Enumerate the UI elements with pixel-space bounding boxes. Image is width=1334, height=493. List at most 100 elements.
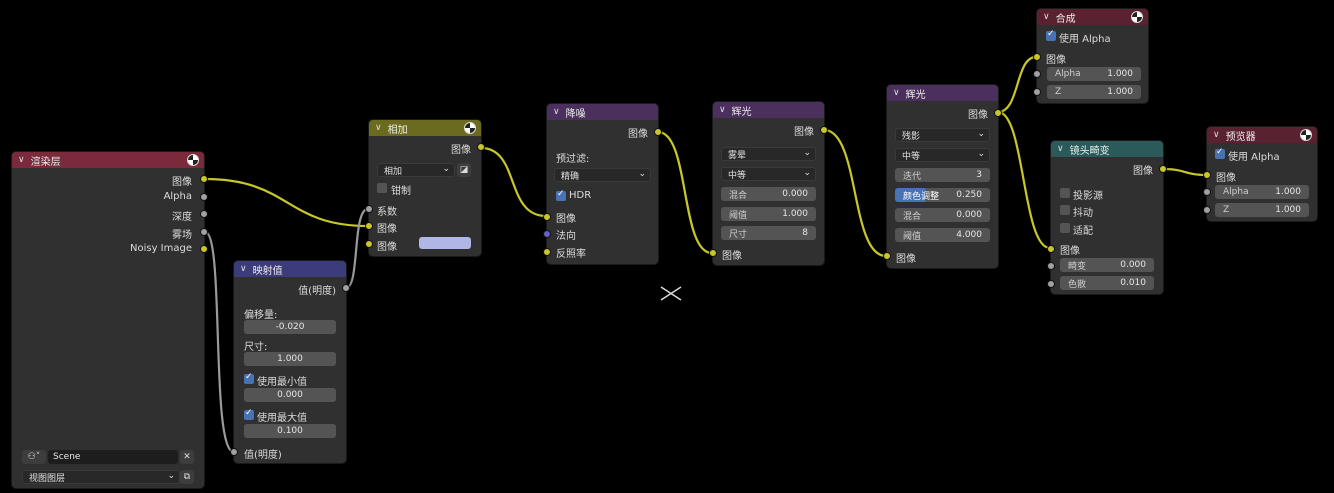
alpha-field[interactable]: Alpha 1.000 [1047, 67, 1141, 81]
collapse-chevron-icon[interactable]: ∨ [553, 107, 560, 117]
min-field[interactable]: 0.000 [244, 388, 336, 402]
input-socket[interactable] [365, 222, 373, 230]
offset-field[interactable]: -0.020 [244, 320, 336, 334]
preview-toggle-icon[interactable] [187, 154, 199, 166]
input-socket[interactable] [1203, 188, 1211, 196]
mix-field[interactable]: 混合 0.000 [895, 208, 990, 222]
output-socket[interactable] [820, 126, 828, 134]
collapse-chevron-icon[interactable]: ∨ [18, 155, 25, 165]
node-header[interactable]: ∨ 合成 [1037, 9, 1148, 25]
node-header[interactable]: ∨ 映射值 [234, 261, 346, 277]
output-label: Noisy Image [129, 243, 192, 254]
iterations-field[interactable]: 迭代 3 [895, 168, 990, 182]
prefilter-dropdown[interactable]: 精确 ⌄ [554, 168, 651, 182]
input-socket[interactable] [1203, 206, 1211, 214]
preview-toggle-icon[interactable] [1131, 11, 1143, 23]
max-field[interactable]: 0.100 [244, 424, 336, 438]
input-socket[interactable] [1203, 171, 1211, 179]
render-layer-icon[interactable]: ⧉ [180, 470, 194, 484]
output-socket[interactable] [654, 128, 662, 136]
input-socket[interactable] [365, 240, 373, 248]
alpha-field[interactable]: Alpha 1.000 [1215, 185, 1309, 199]
input-socket[interactable] [1047, 245, 1055, 253]
use-max-checkbox[interactable] [244, 408, 254, 420]
quality-dropdown[interactable]: 中等 ⌄ [895, 148, 990, 162]
output-socket[interactable] [200, 193, 208, 201]
input-socket[interactable] [230, 448, 238, 456]
color-modulation-field[interactable]: 颜色调整 0.250 [895, 188, 990, 202]
scene-field[interactable]: Scene [48, 450, 178, 464]
use-alpha-icon[interactable]: ◪ [457, 163, 471, 177]
input-socket[interactable] [1033, 70, 1041, 78]
close-icon[interactable]: ✕ [180, 450, 194, 464]
collapse-chevron-icon[interactable]: ∨ [1043, 12, 1050, 22]
threshold-field[interactable]: 阈值 4.000 [895, 228, 990, 242]
preview-toggle-icon[interactable] [1300, 129, 1312, 141]
output-socket[interactable] [994, 109, 1002, 117]
output-socket[interactable] [200, 175, 208, 183]
collapse-chevron-icon[interactable]: ∨ [893, 88, 900, 98]
denoise-node[interactable]: ∨ 降噪 图像 预过滤: 精确 ⌄ HDR 图像 法向 反照率 [543, 104, 662, 264]
node-header[interactable]: ∨ 辉光 [887, 85, 998, 101]
quality-dropdown[interactable]: 中等 ⌄ [721, 167, 816, 181]
preview-toggle-icon[interactable] [464, 122, 476, 134]
z-field[interactable]: Z 1.000 [1215, 203, 1309, 217]
input-socket[interactable] [883, 252, 891, 260]
glare-type-dropdown[interactable]: 残影 ⌄ [895, 128, 990, 142]
input-socket[interactable] [1033, 53, 1041, 61]
node-header[interactable]: ∨ 辉光 [713, 102, 824, 118]
glare-type-dropdown[interactable]: 雾晕 ⌄ [721, 147, 816, 161]
color-swatch[interactable] [419, 237, 471, 249]
input-socket[interactable] [1033, 88, 1041, 96]
collapse-chevron-icon[interactable]: ∨ [240, 264, 247, 274]
output-socket[interactable] [200, 228, 208, 236]
z-field[interactable]: Z 1.000 [1047, 85, 1141, 99]
input-socket[interactable] [1047, 262, 1055, 270]
output-socket[interactable] [200, 210, 208, 218]
view-layer-dropdown[interactable]: 视图图层 ⌄ [22, 470, 180, 484]
size-field[interactable]: 1.000 [244, 352, 336, 366]
use-alpha-checkbox[interactable] [1215, 147, 1225, 159]
output-socket[interactable] [342, 284, 350, 292]
node-header[interactable]: ∨ 相加 [369, 120, 481, 136]
distortion-field[interactable]: 畸变 0.000 [1060, 258, 1154, 272]
blend-mode-dropdown[interactable]: 相加 ⌄ [377, 163, 455, 177]
dispersion-field[interactable]: 色散 0.010 [1060, 276, 1154, 290]
composite-node[interactable]: ∨ 合成 使用 Alpha 图像 Alpha 1.000 Z 1.000 [1033, 9, 1148, 103]
mix-field[interactable]: 混合 0.000 [721, 187, 816, 201]
hdr-checkbox[interactable] [556, 189, 566, 201]
use-min-checkbox[interactable] [244, 372, 254, 384]
glare-node-2[interactable]: ∨ 辉光 图像 残影 ⌄ 中等 ⌄ 迭代 3 颜色调整 0.250 混合 0.000 … [883, 85, 1002, 268]
add-mix-node[interactable]: ∨ 相加 图像 相加 ⌄ ◪ 钳制 系数 图像 图像 [365, 120, 485, 256]
collapse-chevron-icon[interactable]: ∨ [375, 123, 382, 133]
input-socket[interactable] [543, 248, 551, 256]
collapse-chevron-icon[interactable]: ∨ [1057, 144, 1064, 154]
size-field[interactable]: 尺寸 8 [721, 226, 816, 240]
viewer-node[interactable]: ∨ 预览器 使用 Alpha 图像 Alpha 1.000 Z 1.000 [1203, 127, 1317, 221]
output-socket[interactable] [1159, 165, 1167, 173]
map-value-node[interactable]: ∨ 映射值 值(明度) 偏移量: -0.020 尺寸: 1.000 使用最小值 … [230, 261, 350, 463]
fit-checkbox[interactable] [1060, 223, 1070, 233]
node-header[interactable]: ∨ 预览器 [1207, 127, 1317, 143]
input-socket[interactable] [543, 230, 551, 238]
projector-checkbox[interactable] [1060, 188, 1070, 198]
collapse-chevron-icon[interactable]: ∨ [719, 105, 726, 115]
node-header[interactable]: ∨ 降噪 [547, 104, 658, 120]
threshold-field[interactable]: 阈值 1.000 [721, 207, 816, 221]
lens-distortion-node[interactable]: ∨ 镜头畸变 图像 投影源 抖动 适配 图像 畸变 0.000 色散 0.010 [1047, 141, 1167, 294]
glare-node-1[interactable]: ∨ 辉光 图像 雾晕 ⌄ 中等 ⌄ 混合 0.000 阈值 1.000 尺寸 8 图像 [709, 102, 828, 265]
use-alpha-checkbox[interactable] [1046, 29, 1056, 41]
render-layers-node[interactable]: ∨ 渲染层 图像 Alpha 深度 雾场 Noisy Image ⚇˅ Scen… [12, 152, 208, 488]
collapse-chevron-icon[interactable]: ∨ [1213, 130, 1220, 140]
scene-selector-icon[interactable]: ⚇˅ [22, 450, 46, 464]
input-socket[interactable] [543, 213, 551, 221]
input-socket[interactable] [1047, 280, 1055, 288]
input-socket[interactable] [365, 205, 373, 213]
clamp-checkbox[interactable] [377, 183, 387, 193]
input-socket[interactable] [709, 249, 717, 257]
output-socket[interactable] [200, 245, 208, 253]
output-socket[interactable] [477, 143, 485, 151]
node-header[interactable]: ∨ 镜头畸变 [1051, 141, 1163, 157]
node-header[interactable]: ∨ 渲染层 [12, 152, 204, 168]
jitter-checkbox[interactable] [1060, 205, 1070, 215]
